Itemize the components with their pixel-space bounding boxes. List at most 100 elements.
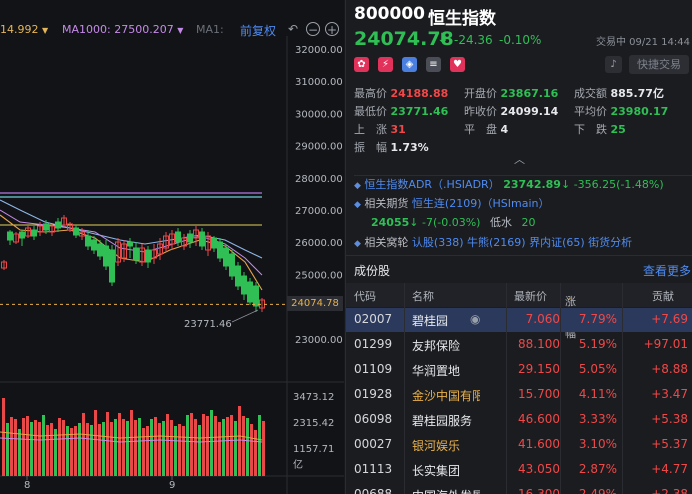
quote-pane: 800000 恒生指数 24074.78 ⬇ -24.36 -0.10% 交易中… <box>345 0 692 494</box>
col-price[interactable]: 最新价 <box>514 288 547 304</box>
candle-body <box>145 249 151 263</box>
ma-value-1000: MA1000: 27500.207 ▼ <box>62 23 184 36</box>
bell-icon[interactable]: ♪ <box>605 56 622 73</box>
row-name: 长实集团 <box>412 464 461 478</box>
volume-bar <box>90 425 93 476</box>
candle-body <box>199 231 205 247</box>
warrant-link-inline[interactable]: 界内证(65) <box>529 236 585 249</box>
tag-icon[interactable]: ◈ <box>402 57 417 72</box>
table-row[interactable]: 01113 长实集团 43.050 2.87% +4.77 <box>346 458 692 482</box>
candle-body <box>103 245 109 267</box>
section-title: 成份股 <box>354 264 391 278</box>
zoom-out-icon[interactable]: − <box>306 22 320 37</box>
kline-chart[interactable]: 32000.00 31000.00 30000.00 29000.00 28000.00… <box>0 0 344 494</box>
volume-bar <box>34 420 37 476</box>
volume-bar <box>114 419 117 476</box>
volume-bar <box>206 416 209 476</box>
related-adr[interactable]: ◆ 恒生指数ADR（.HSIADR） 23742.89↓ -356.25(-1.… <box>354 175 692 192</box>
table-row[interactable]: 06098 碧桂园服务 46.600 3.33% +5.38 <box>346 408 692 432</box>
warrant-link-call[interactable]: 认股(338) <box>412 236 464 249</box>
row-contrib: +2.38 <box>651 487 688 494</box>
row-contrib: +8.88 <box>651 362 688 376</box>
quick-trade-button[interactable]: 快捷交易 <box>629 55 689 74</box>
table-row[interactable]: 01109 华润置地 29.150 5.05% +8.88 <box>346 358 692 382</box>
row-pct: 3.33% <box>578 412 617 426</box>
volume-bar <box>70 428 73 476</box>
table-row[interactable]: 00688 中国海外发展 16.300 2.49% +2.38 <box>346 483 692 494</box>
price-change: -24.36 <box>454 33 493 47</box>
row-pct: 7.79% <box>578 312 617 326</box>
column-divider <box>404 283 405 494</box>
warrant-link-analysis[interactable]: 街货分析 <box>588 236 632 249</box>
row-name: 友邦保险 <box>412 339 461 353</box>
volume-bar <box>178 424 181 476</box>
volume-bar <box>182 426 185 476</box>
table-row[interactable]: 00027 银河娱乐 41.600 3.10% +5.37 <box>346 433 692 457</box>
candle-body <box>247 281 253 303</box>
stat-up-count: 上 涨 31 <box>354 123 406 136</box>
volume-bar <box>170 420 173 476</box>
stat-low: 最低价 23771.46 <box>354 105 449 118</box>
row-code: 01109 <box>354 362 393 376</box>
volume-bar <box>42 415 45 476</box>
volume-bar <box>46 425 49 476</box>
col-code[interactable]: 代码 <box>354 288 376 304</box>
volume-bar <box>154 417 157 476</box>
arrow-down-icon: ⬇ <box>437 31 449 47</box>
document-icon[interactable]: ≡ <box>426 57 441 72</box>
row-pct: 5.19% <box>578 337 617 351</box>
related-futures[interactable]: ◆ 相关期货 恒生连(2109)（HSImain） <box>354 195 549 211</box>
warrant-link-cbbc[interactable]: 牛熊(2169) <box>467 236 526 249</box>
candle-body <box>211 237 217 249</box>
trade-status: 交易中 09/21 14:44 <box>596 37 690 48</box>
volume-bar <box>94 410 97 476</box>
candle-body <box>223 247 229 267</box>
stat-flat-count: 平 盘 4 <box>464 123 509 136</box>
eye-icon[interactable]: ◉ <box>470 312 480 326</box>
volume-bar <box>110 422 113 476</box>
candle-body <box>31 229 37 237</box>
stat-high: 最高价 24188.88 <box>354 87 449 100</box>
candle-body <box>217 241 223 259</box>
volume-bar <box>174 426 177 476</box>
zoom-in-icon[interactable]: + <box>325 22 339 37</box>
col-contrib[interactable]: 贡献 <box>652 288 674 304</box>
related-futures-quote: 24055↓ -7(-0.03%) 低水 20 <box>371 216 536 229</box>
column-divider <box>560 283 561 494</box>
volume-bar <box>78 423 81 476</box>
adjust-restore-button[interactable]: 前复权 <box>240 22 276 39</box>
heart-icon[interactable]: ♥ <box>450 57 465 72</box>
row-price: 41.600 <box>518 437 560 451</box>
row-pct: 4.11% <box>578 387 617 401</box>
volume-bar <box>242 416 245 476</box>
see-more-link[interactable]: 查看更多 <box>643 262 691 279</box>
volume-bar <box>18 429 21 476</box>
lightning-icon[interactable]: ⚡ <box>378 57 393 72</box>
row-contrib: +7.69 <box>651 312 688 326</box>
row-code: 01299 <box>354 337 393 351</box>
hk-flower-icon[interactable]: ✿ <box>354 57 369 72</box>
candle-body <box>241 275 247 295</box>
chevron-up-icon[interactable]: ︿ <box>514 151 525 167</box>
volume-bar <box>262 421 265 476</box>
volume-bar <box>54 429 57 476</box>
candle-body <box>235 265 241 287</box>
sort-desc-icon: ⌄ <box>565 293 573 303</box>
low-marker-line <box>231 309 259 323</box>
row-pct: 2.87% <box>578 462 617 476</box>
price-axis-label: 30000.00 <box>295 109 343 120</box>
kline-chart-pane[interactable]: 32000.00 31000.00 30000.00 29000.00 28000.00… <box>0 0 344 494</box>
volume-bar <box>158 423 161 476</box>
volume-bar <box>6 423 9 476</box>
col-name[interactable]: 名称 <box>412 288 434 304</box>
row-name: 银河娱乐 <box>412 439 461 453</box>
row-name: 中国海外发展 <box>412 487 480 494</box>
volume-bar <box>134 420 137 476</box>
table-row[interactable]: 01928 金沙中国有限 15.700 4.11% +3.47 <box>346 383 692 407</box>
candle-body <box>127 241 133 247</box>
row-contrib: +3.47 <box>651 387 688 401</box>
table-row[interactable]: 01299 友邦保险 88.100 5.19% +97.01 <box>346 333 692 357</box>
volume-bar <box>146 426 149 476</box>
table-row[interactable]: 02007 碧桂园 ◉ 7.060 7.79% +7.69 <box>346 308 692 332</box>
undo-icon[interactable]: ↶ <box>286 22 300 36</box>
